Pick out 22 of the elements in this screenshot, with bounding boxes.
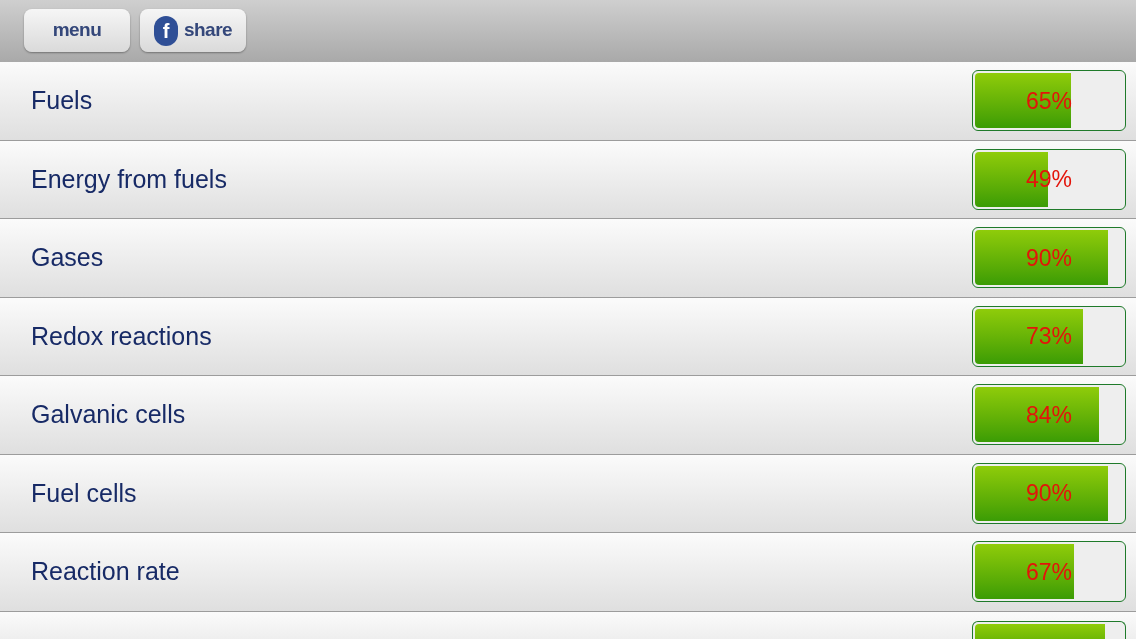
topic-row[interactable]: Fuels 65% bbox=[0, 62, 1136, 141]
topic-row[interactable]: Reaction rate 67% bbox=[0, 533, 1136, 612]
percent-label: 67% bbox=[1024, 560, 1073, 584]
percent-label: 65% bbox=[1024, 89, 1073, 113]
topic-row[interactable]: Fuel cells 90% bbox=[0, 454, 1136, 533]
topic-row[interactable]: Gases 90% bbox=[0, 219, 1136, 298]
topic-name: Reaction rate bbox=[31, 556, 180, 587]
topic-name: Fuel cells bbox=[31, 477, 137, 509]
topic-row[interactable]: Redox reactions 73% bbox=[0, 297, 1136, 376]
topic-name: Energy from fuels bbox=[31, 163, 227, 195]
percent-label: 90% bbox=[1024, 246, 1073, 270]
percent-label: 73% bbox=[1024, 324, 1073, 348]
share-button[interactable]: f share bbox=[140, 9, 246, 52]
percent-label: 84% bbox=[1024, 403, 1073, 427]
menu-button[interactable]: menu bbox=[24, 9, 130, 52]
topic-row[interactable]: Galvanic cells 84% bbox=[0, 376, 1136, 455]
topic-name: Gases bbox=[31, 242, 104, 273]
topic-row[interactable] bbox=[0, 611, 1136, 639]
topic-name: Fuels bbox=[31, 85, 93, 116]
topic-name: Galvanic cells bbox=[31, 399, 186, 430]
topic-name: Redox reactions bbox=[31, 320, 212, 352]
percent-label: 90% bbox=[1024, 481, 1073, 505]
